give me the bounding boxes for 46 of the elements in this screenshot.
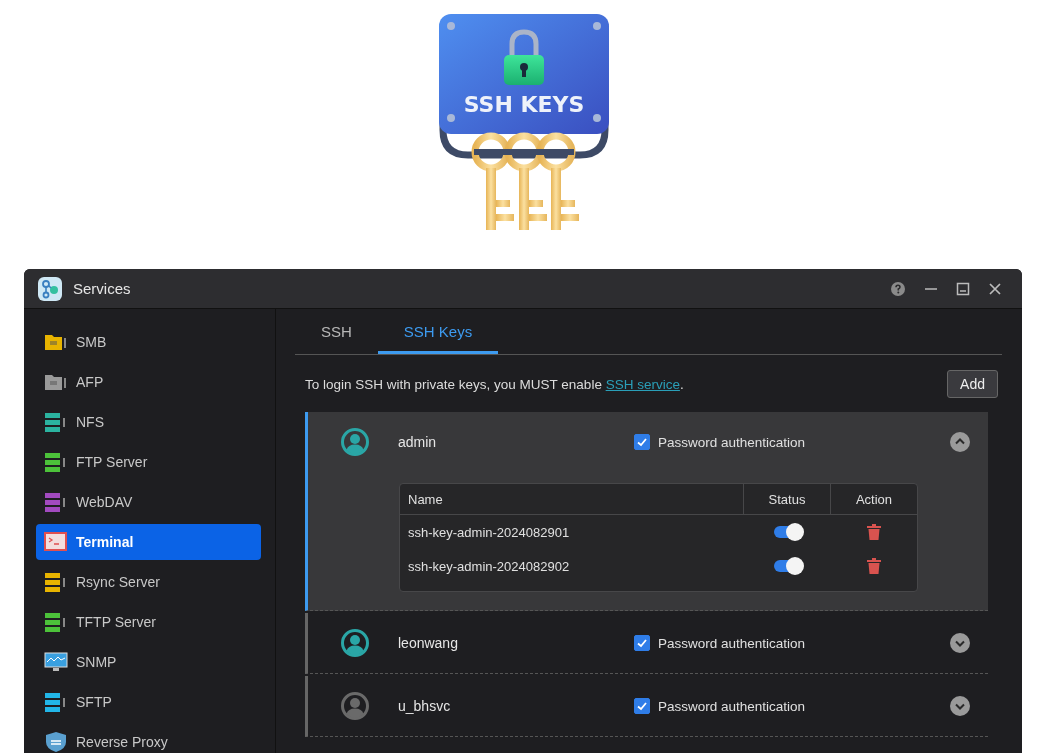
sidebar-item[interactable]: Rsync Server: [36, 564, 261, 600]
sidebar-item[interactable]: NFS: [36, 404, 261, 440]
status-toggle[interactable]: [774, 526, 802, 538]
checkbox[interactable]: [634, 698, 650, 714]
sidebar-item[interactable]: SMB: [36, 324, 261, 360]
tab[interactable]: SSH Keys: [377, 309, 499, 354]
account-name: leonwang: [398, 635, 459, 651]
close-icon[interactable]: [988, 281, 1002, 296]
sidebar-item[interactable]: Reverse Proxy: [36, 724, 261, 753]
checkbox[interactable]: [634, 635, 650, 651]
trash-icon[interactable]: [867, 524, 881, 540]
sidebar-item[interactable]: WebDAV: [36, 484, 261, 520]
maximize-icon[interactable]: [956, 281, 970, 296]
expand-icon[interactable]: [950, 633, 970, 653]
key-name: ssh-key-admin-2024082902: [407, 557, 571, 576]
sidebar-item[interactable]: TFTP Server: [36, 604, 261, 640]
account-name: u_bhsvc: [398, 698, 452, 714]
account-name: admin: [398, 434, 438, 450]
checkbox-label: Password authentication: [658, 434, 806, 450]
key-name: ssh-key-admin-2024082901: [407, 523, 571, 542]
collapse-icon[interactable]: [950, 432, 970, 452]
add-button[interactable]: Add: [947, 370, 998, 398]
sidebar-item[interactable]: FTP Server: [36, 444, 261, 480]
ssh-service-link[interactable]: SSH service: [605, 376, 680, 392]
checkbox-label: Password authentication: [658, 698, 806, 714]
trash-icon[interactable]: [867, 558, 881, 574]
account-card[interactable]: leonwang Password authentication: [305, 613, 988, 674]
expand-icon[interactable]: [950, 696, 970, 716]
tab[interactable]: SSH: [295, 309, 378, 354]
account-card[interactable]: admin Password authentication Name Status Action ssh-key-admin-2024082901 ssh-key-admin-2024082902: [305, 412, 988, 611]
sidebar-item[interactable]: Terminal: [36, 524, 261, 560]
status-toggle[interactable]: [774, 560, 802, 572]
sidebar-item[interactable]: SFTP: [36, 684, 261, 720]
window-title: Services: [73, 280, 131, 297]
checkbox-label: Password authentication: [658, 635, 806, 651]
help-icon[interactable]: [890, 280, 906, 297]
sign-title: SSH KEYS: [463, 92, 585, 117]
account-card[interactable]: u_bhsvc Password authentication: [305, 676, 988, 737]
notice-text: To login SSH with private keys, you MUST enable SSH service.: [305, 376, 684, 392]
column-header: Action: [830, 484, 917, 514]
checkbox[interactable]: [634, 434, 650, 450]
column-header: Status: [743, 484, 830, 514]
sidebar-item[interactable]: AFP: [36, 364, 261, 400]
sidebar-item[interactable]: SNMP: [36, 644, 261, 680]
column-header: Name: [407, 490, 444, 509]
app-icon: [38, 276, 62, 301]
